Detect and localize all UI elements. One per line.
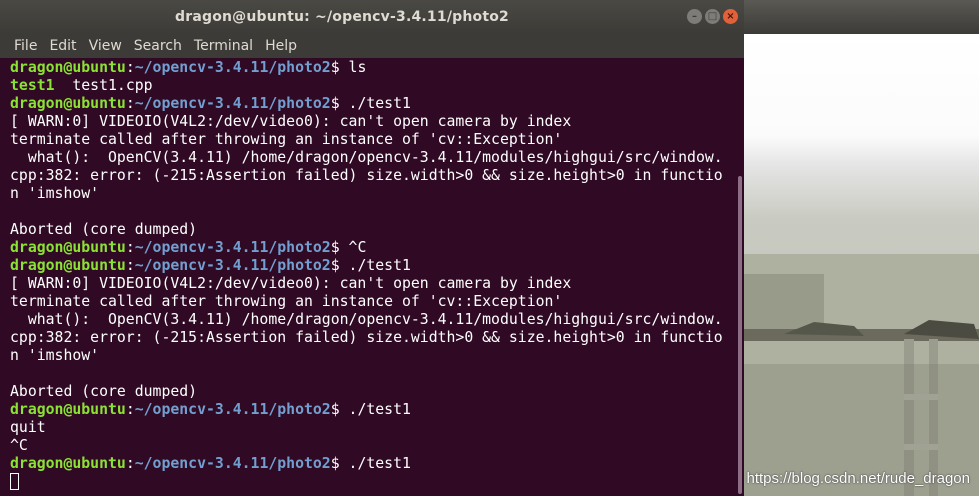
close-button[interactable]: ×	[723, 9, 738, 24]
terminal-text: test1.cpp	[54, 77, 153, 94]
prompt-path: ~/opencv-3.4.11/photo2	[134, 239, 331, 256]
terminal-text: [ WARN:0] VIDEOIO(V4L2:/dev/video0): can…	[10, 113, 572, 130]
executable-name: test1	[10, 77, 55, 94]
menu-search[interactable]: Search	[128, 34, 188, 58]
terminal-text: n 'imshow'	[10, 185, 100, 202]
terminal-text: $ ./test1	[330, 401, 411, 418]
terminal-line: [ WARN:0] VIDEOIO(V4L2:/dev/video0): can…	[10, 113, 736, 131]
terminal-text: terminate called after throwing an insta…	[10, 293, 563, 310]
prompt-user: dragon@ubuntu	[10, 455, 126, 472]
menu-edit[interactable]: Edit	[43, 34, 82, 58]
terminal-text: $ ./test1	[330, 455, 411, 472]
terminal-text: cpp:382: error: (-215:Assertion failed) …	[10, 329, 723, 346]
terminal-line: dragon@ubuntu:~/opencv-3.4.11/photo2$ ./…	[10, 455, 736, 473]
terminal-line: dragon@ubuntu:~/opencv-3.4.11/photo2$ ls	[10, 59, 736, 77]
camera-window: https://blog.csdn.net/rude_dragon	[744, 0, 979, 496]
menu-help[interactable]: Help	[259, 34, 303, 58]
terminal-line: dragon@ubuntu:~/opencv-3.4.11/photo2$ ./…	[10, 401, 736, 419]
terminal-line: test1 test1.cpp	[10, 77, 736, 95]
prompt-user: dragon@ubuntu	[10, 401, 126, 418]
prompt-user: dragon@ubuntu	[10, 59, 126, 76]
terminal-text: terminate called after throwing an insta…	[10, 131, 563, 148]
terminal-line: cpp:382: error: (-215:Assertion failed) …	[10, 167, 736, 185]
camera-frame: https://blog.csdn.net/rude_dragon	[744, 34, 979, 496]
terminal-line: dragon@ubuntu:~/opencv-3.4.11/photo2$ ./…	[10, 257, 736, 275]
prompt-path: ~/opencv-3.4.11/photo2	[134, 59, 331, 76]
terminal-line: dragon@ubuntu:~/opencv-3.4.11/photo2$ ./…	[10, 95, 736, 113]
terminal-text: n 'imshow'	[10, 347, 100, 364]
window-controls: – □ ×	[687, 9, 738, 24]
terminal-line: what(): OpenCV(3.4.11) /home/dragon/open…	[10, 149, 736, 167]
prompt-user: dragon@ubuntu	[10, 95, 126, 112]
terminal-text: :	[125, 59, 135, 76]
terminal-text: :	[125, 455, 135, 472]
terminal-line: n 'imshow'	[10, 185, 736, 203]
terminal-text: :	[125, 95, 135, 112]
prompt-user: dragon@ubuntu	[10, 257, 126, 274]
terminal-text: what(): OpenCV(3.4.11) /home/dragon/open…	[10, 311, 723, 328]
terminal-text: Aborted (core dumped)	[10, 383, 198, 400]
camera-image	[744, 254, 979, 496]
terminal-text: [ WARN:0] VIDEOIO(V4L2:/dev/video0): can…	[10, 275, 572, 292]
terminal-text: ^C	[10, 437, 28, 454]
terminal-line: n 'imshow'	[10, 347, 736, 365]
terminal-text: $ ls	[330, 59, 367, 76]
prompt-path: ~/opencv-3.4.11/photo2	[134, 95, 331, 112]
prompt-path: ~/opencv-3.4.11/photo2	[134, 257, 331, 274]
terminal-text: $ ./test1	[330, 257, 411, 274]
terminal-line: Aborted (core dumped)	[10, 221, 736, 239]
terminal-line: terminate called after throwing an insta…	[10, 131, 736, 149]
terminal-text: Aborted (core dumped)	[10, 221, 198, 238]
minimize-button[interactable]: –	[687, 9, 702, 24]
menu-terminal[interactable]: Terminal	[188, 34, 259, 58]
terminal-line: terminate called after throwing an insta…	[10, 293, 736, 311]
scrollbar-thumb[interactable]	[738, 176, 742, 494]
terminal-line: Aborted (core dumped)	[10, 383, 736, 401]
maximize-button[interactable]: □	[705, 9, 720, 24]
terminal-line: cpp:382: error: (-215:Assertion failed) …	[10, 329, 736, 347]
prompt-user: dragon@ubuntu	[10, 239, 126, 256]
menu-bar: File Edit View Search Terminal Help	[0, 34, 744, 58]
terminal-text: $ ^C	[330, 239, 367, 256]
terminal-text: quit	[10, 419, 46, 436]
watermark: https://blog.csdn.net/rude_dragon	[746, 470, 971, 487]
terminal-line: what(): OpenCV(3.4.11) /home/dragon/open…	[10, 311, 736, 329]
window-titlebar[interactable]: dragon@ubuntu: ~/opencv-3.4.11/photo2 – □…	[0, 0, 744, 34]
menu-view[interactable]: View	[83, 34, 128, 58]
terminal-window: dragon@ubuntu: ~/opencv-3.4.11/photo2 – □…	[0, 0, 744, 496]
terminal-line	[10, 473, 736, 491]
camera-window-titlebar[interactable]	[744, 0, 979, 34]
terminal-text: what(): OpenCV(3.4.11) /home/dragon/open…	[10, 149, 723, 166]
terminal-line: dragon@ubuntu:~/opencv-3.4.11/photo2$ ^C	[10, 239, 736, 257]
prompt-path: ~/opencv-3.4.11/photo2	[134, 401, 331, 418]
terminal-text: :	[125, 257, 135, 274]
menu-file[interactable]: File	[8, 34, 43, 58]
terminal-text: :	[125, 239, 135, 256]
terminal-line: ^C	[10, 437, 736, 455]
terminal-cursor	[10, 473, 19, 490]
prompt-path: ~/opencv-3.4.11/photo2	[134, 455, 331, 472]
terminal-text: cpp:382: error: (-215:Assertion failed) …	[10, 167, 723, 184]
window-title: dragon@ubuntu: ~/opencv-3.4.11/photo2	[175, 9, 509, 25]
terminal-output[interactable]: dragon@ubuntu:~/opencv-3.4.11/photo2$ ls…	[0, 58, 736, 496]
terminal-text: :	[125, 401, 135, 418]
scrollbar[interactable]	[736, 58, 744, 496]
terminal-text: $ ./test1	[330, 95, 411, 112]
terminal-line: [ WARN:0] VIDEOIO(V4L2:/dev/video0): can…	[10, 275, 736, 293]
terminal-line: quit	[10, 419, 736, 437]
